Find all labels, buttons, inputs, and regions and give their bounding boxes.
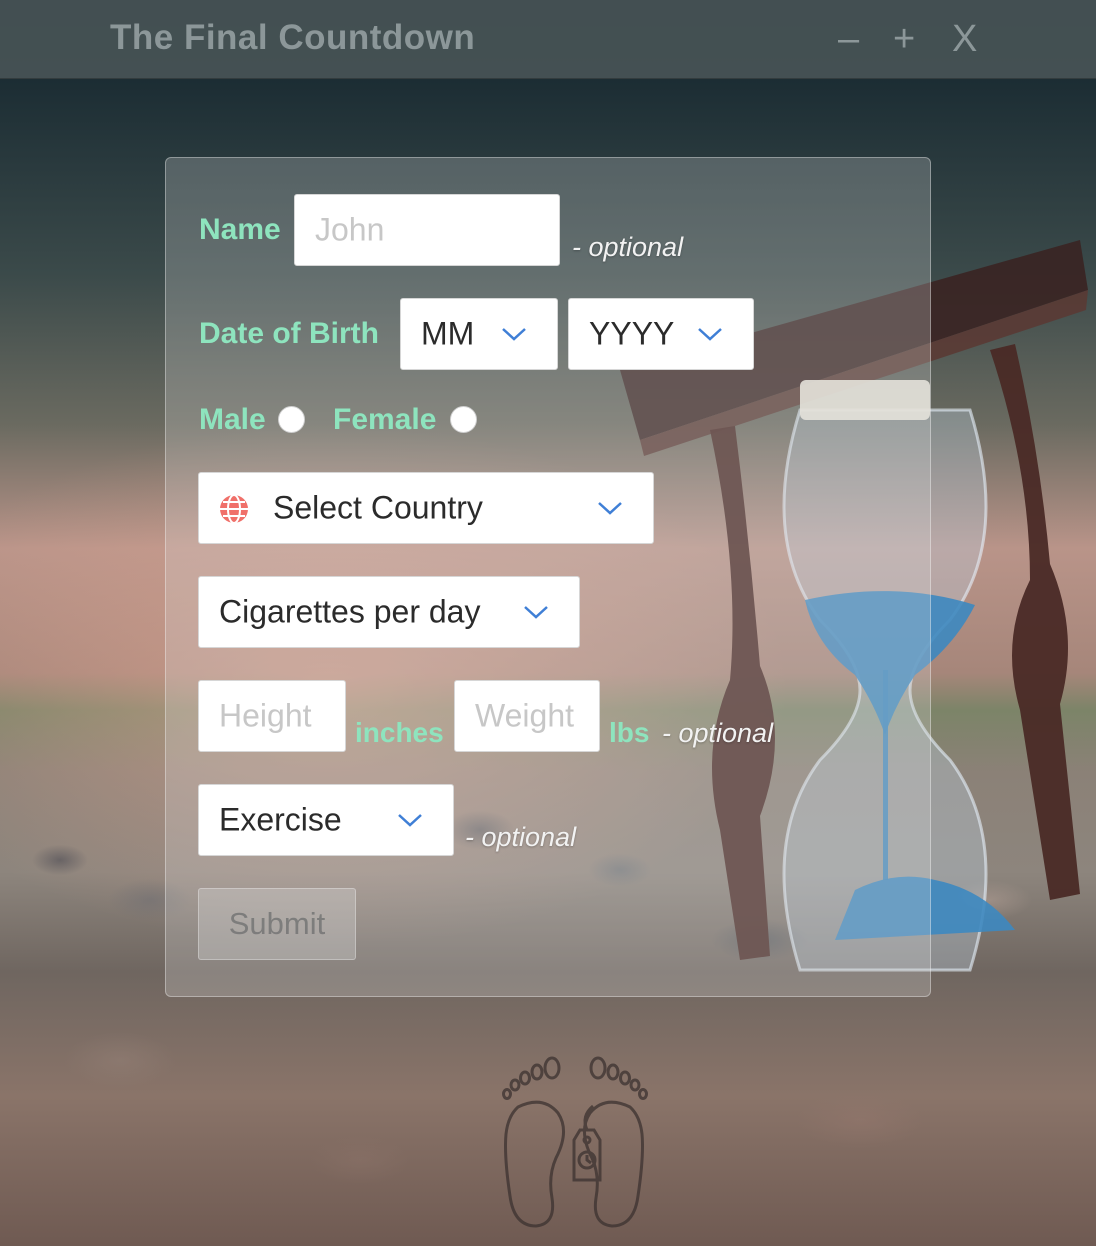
dob-year-select[interactable]: YYYY	[568, 298, 754, 370]
maximize-button[interactable]: +	[893, 16, 915, 62]
weight-unit-label: lbs	[609, 717, 650, 748]
title-bar: The Final Countdown – + X	[0, 0, 1096, 79]
dob-month-value: MM	[421, 315, 475, 352]
weight-placeholder: Weight	[475, 697, 575, 734]
name-input[interactable]: John	[294, 194, 560, 266]
country-select[interactable]: Select Country	[198, 472, 654, 544]
app-window: The Final Countdown – + X Name John - op…	[0, 0, 1096, 1246]
footprints-toe-tag-icon	[502, 1056, 648, 1228]
globe-icon	[220, 494, 248, 524]
chevron-down-icon	[698, 328, 722, 341]
name-label: Name	[199, 213, 281, 246]
height-placeholder: Height	[219, 697, 312, 734]
gender-female-radio[interactable]	[450, 406, 477, 433]
gender-male-label: Male	[199, 403, 266, 436]
close-button[interactable]: X	[952, 16, 977, 62]
cigarettes-value: Cigarettes per day	[219, 593, 481, 630]
exercise-optional-hint: - optional	[465, 822, 577, 852]
name-optional-hint: - optional	[572, 232, 684, 262]
dob-month-select[interactable]: MM	[400, 298, 558, 370]
dob-year-value: YYYY	[589, 315, 675, 352]
cigarettes-select[interactable]: Cigarettes per day	[198, 576, 580, 648]
exercise-select[interactable]: Exercise	[198, 784, 454, 856]
country-value: Select Country	[273, 489, 483, 526]
exercise-value: Exercise	[219, 801, 342, 838]
window-title: The Final Countdown	[110, 18, 476, 57]
height-input[interactable]: Height	[198, 680, 346, 752]
weight-optional-hint: - optional	[662, 718, 774, 748]
chevron-down-icon	[502, 328, 526, 341]
name-placeholder: John	[315, 211, 385, 248]
minimize-button[interactable]: –	[838, 16, 859, 62]
gender-male-radio[interactable]	[278, 406, 305, 433]
submit-button[interactable]: Submit	[198, 888, 356, 960]
weight-input[interactable]: Weight	[454, 680, 600, 752]
chevron-down-icon	[598, 502, 622, 515]
submit-label: Submit	[228, 906, 326, 941]
chevron-down-icon	[398, 814, 422, 827]
chevron-down-icon	[524, 606, 548, 619]
gender-female-label: Female	[333, 403, 437, 436]
height-unit-label: inches	[355, 717, 444, 748]
dob-label: Date of Birth	[199, 317, 379, 350]
